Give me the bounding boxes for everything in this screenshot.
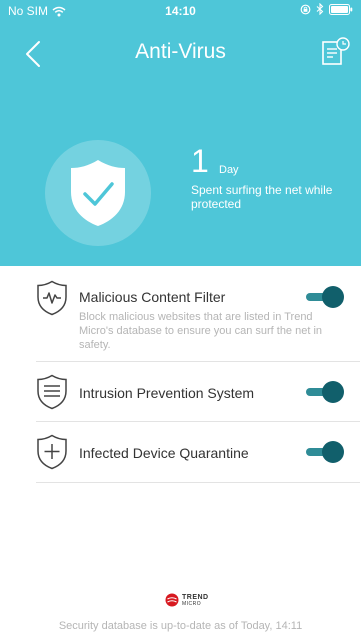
intrusion-prevention-toggle[interactable] — [306, 380, 344, 404]
malicious-content-filter-toggle[interactable] — [306, 285, 344, 309]
feature-infected-device-quarantine: Infected Device Quarantine — [36, 434, 360, 474]
rotation-lock-icon — [300, 4, 311, 14]
page-title: Anti-Virus — [135, 40, 226, 63]
database-status-text: Security database is up-to-date as of To… — [58, 620, 303, 632]
divider — [36, 421, 360, 422]
trend-micro-logo: TREND MICRO — [165, 593, 209, 607]
brand-line-1: TREND — [182, 593, 209, 601]
status-right — [300, 3, 353, 15]
feature-description: Block malicious websites that are listed… — [79, 311, 323, 351]
days-unit: Day — [219, 164, 239, 176]
brand-line-2: MICRO — [182, 600, 202, 607]
feature-label: Intrusion Prevention System — [79, 385, 255, 401]
feature-label: Malicious Content Filter — [79, 289, 226, 305]
history-button[interactable] — [319, 34, 353, 68]
bluetooth-icon — [316, 3, 324, 15]
shield-status-badge — [45, 140, 151, 246]
feature-malicious-content-filter: Malicious Content Filter Block malicious… — [36, 280, 360, 352]
nav-bar: Anti-Virus — [0, 30, 361, 78]
status-bar: No SIM 14:10 — [0, 0, 361, 22]
pulse-shield-icon — [37, 280, 67, 316]
protection-description: Spent surfing the net while protected — [191, 183, 333, 211]
shield-check-icon — [71, 160, 125, 226]
toggle-knob — [322, 286, 344, 308]
feature-intrusion-prevention: Intrusion Prevention System — [36, 374, 360, 414]
battery-icon — [329, 3, 353, 15]
toggle-knob — [322, 381, 344, 403]
divider — [36, 361, 360, 362]
divider — [36, 482, 360, 483]
days-count: 1 — [191, 143, 209, 179]
trend-micro-ball-icon — [165, 593, 179, 607]
brand-wordmark: TREND MICRO — [182, 594, 209, 607]
toggle-knob — [322, 441, 344, 463]
infected-device-quarantine-toggle[interactable] — [306, 440, 344, 464]
hero-panel: No SIM 14:10 Anti-Virus 1 Day Spent surf… — [0, 0, 361, 266]
history-log-icon — [322, 37, 350, 65]
feature-label: Infected Device Quarantine — [79, 445, 249, 461]
plus-shield-icon — [37, 434, 67, 470]
firewall-shield-icon — [37, 374, 67, 410]
